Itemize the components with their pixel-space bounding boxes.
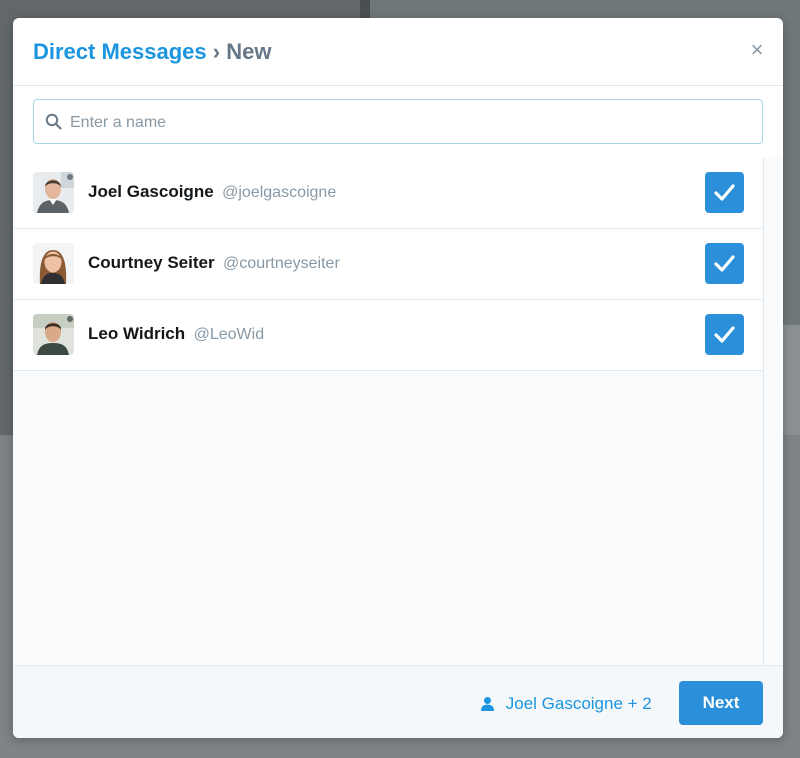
user-list-area: Joel Gascoigne @joelgascoigne Courtney S… [13,158,783,665]
avatar [33,314,74,355]
checkmark-icon [714,326,735,343]
close-icon: × [750,37,764,62]
dialog-title: Direct Messages › New [33,39,271,65]
user-name: Leo Widrich [88,324,186,343]
breadcrumb-separator: › [212,39,221,64]
user-name: Joel Gascoigne [88,182,214,201]
close-button[interactable]: × [745,38,769,62]
search-section [13,86,783,159]
list-item-courtney-seiter[interactable]: Courtney Seiter @courtneyseiter [13,229,763,300]
select-checkbox[interactable] [705,172,744,213]
new-message-dialog: Direct Messages › New × Enter a name Joe… [13,18,783,738]
list-item-leo-widrich[interactable]: Leo Widrich @LeoWid [13,300,763,371]
dialog-title-sub: New [226,39,272,64]
list-scrollbar[interactable] [763,158,764,665]
user-handle: @courtneyseiter [223,255,340,272]
search-input[interactable] [68,100,752,145]
select-checkbox[interactable] [705,314,744,355]
selected-recipients-label: Joel Gascoigne + 2 [505,694,652,713]
next-button[interactable]: Next [679,681,763,725]
dialog-title-main: Direct Messages [33,39,207,64]
search-box[interactable] [33,99,763,145]
list-item-joel-gascoigne[interactable]: Joel Gascoigne @joelgascoigne [13,158,763,229]
person-icon [481,697,494,711]
checkmark-icon [714,255,735,272]
user-handle: @joelgascoigne [222,184,337,201]
user-list: Joel Gascoigne @joelgascoigne Courtney S… [13,158,763,371]
checkmark-icon [714,184,735,201]
avatar [33,243,74,284]
search-icon [45,113,62,130]
selected-recipients[interactable]: Joel Gascoigne + 2 [480,694,652,714]
select-checkbox[interactable] [705,243,744,284]
user-name: Courtney Seiter [88,253,215,272]
dialog-header: Direct Messages › New × [13,18,783,86]
dialog-footer: Joel Gascoigne + 2 Next [13,665,783,738]
avatar [33,172,74,213]
user-handle: @LeoWid [193,326,265,343]
